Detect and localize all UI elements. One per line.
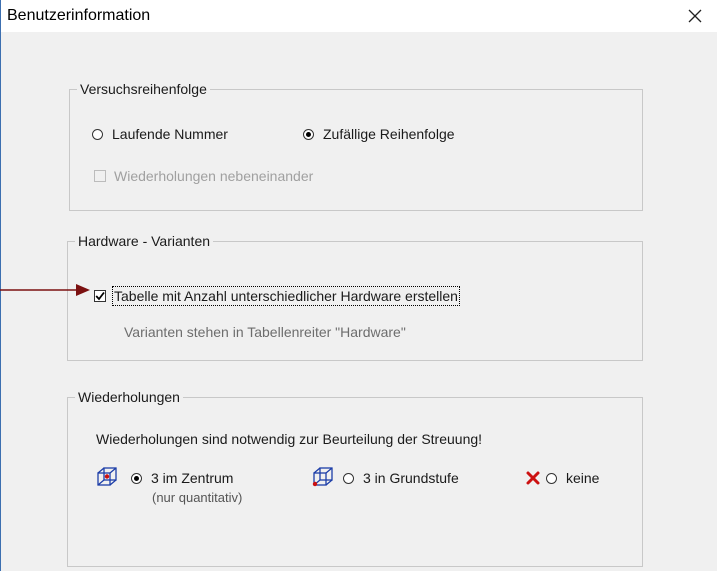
radio-none-label: keine bbox=[566, 470, 600, 486]
annotation-arrow-icon bbox=[0, 284, 90, 296]
checkmark-icon bbox=[95, 291, 105, 301]
window-title: Benutzerinformation bbox=[7, 7, 151, 24]
user-information-dialog: Benutzerinformation Versuchsreihenfolge … bbox=[0, 0, 717, 571]
hardware-variants-note: Varianten stehen in Tabellenreiter "Hard… bbox=[124, 324, 406, 340]
radio-none-circle[interactable] bbox=[546, 472, 557, 484]
red-x-icon bbox=[525, 470, 541, 489]
repeats-group: Wiederholungen Wiederholungen sind notwe… bbox=[67, 388, 643, 567]
checkbox-repeats-adjacent: Wiederholungen nebeneinander bbox=[94, 168, 313, 184]
radio-three-base[interactable]: 3 in Grundstufe bbox=[343, 470, 459, 486]
radio-random-order[interactable]: Zufällige Reihenfolge bbox=[303, 126, 455, 142]
radio-running-number-circle[interactable] bbox=[92, 128, 103, 140]
radio-three-center-sublabel: (nur quantitativ) bbox=[152, 490, 243, 505]
radio-random-order-label: Zufällige Reihenfolge bbox=[323, 126, 455, 142]
radio-three-center[interactable]: 3 im Zentrum bbox=[131, 470, 233, 486]
checkbox-hardware-table-label: Tabelle mit Anzahl unterschiedlicher Har… bbox=[112, 286, 460, 306]
radio-three-center-label: 3 im Zentrum bbox=[151, 470, 234, 486]
title-bar: Benutzerinformation bbox=[1, 0, 717, 32]
hardware-group-legend: Hardware - Varianten bbox=[75, 232, 214, 250]
close-icon bbox=[688, 9, 702, 23]
close-button[interactable] bbox=[673, 0, 717, 32]
repeats-group-legend: Wiederholungen bbox=[75, 388, 183, 406]
cube-base-icon bbox=[312, 467, 334, 490]
order-group-legend: Versuchsreihenfolge bbox=[77, 80, 210, 98]
radio-none[interactable]: keine bbox=[546, 470, 599, 486]
radio-running-number[interactable]: Laufende Nummer bbox=[92, 126, 228, 142]
dialog-client-area: Versuchsreihenfolge Laufende Nummer Zufä… bbox=[1, 32, 717, 571]
cube-center-icon bbox=[96, 467, 118, 490]
radio-three-base-label: 3 in Grundstufe bbox=[363, 470, 459, 486]
repeats-info-text: Wiederholungen sind notwendig zur Beurte… bbox=[96, 431, 483, 447]
checkbox-hardware-table-box[interactable] bbox=[94, 290, 106, 302]
checkbox-repeats-adjacent-box bbox=[94, 170, 106, 182]
radio-three-base-circle[interactable] bbox=[343, 472, 354, 484]
checkbox-repeats-adjacent-label: Wiederholungen nebeneinander bbox=[114, 168, 314, 184]
hardware-group: Hardware - Varianten Tabelle mit Anzahl … bbox=[67, 232, 643, 361]
radio-random-order-circle[interactable] bbox=[303, 128, 314, 140]
radio-three-center-circle[interactable] bbox=[131, 472, 142, 484]
radio-running-number-label: Laufende Nummer bbox=[112, 126, 228, 142]
checkbox-hardware-table[interactable]: Tabelle mit Anzahl unterschiedlicher Har… bbox=[94, 286, 460, 306]
order-group: Versuchsreihenfolge Laufende Nummer Zufä… bbox=[69, 80, 643, 211]
